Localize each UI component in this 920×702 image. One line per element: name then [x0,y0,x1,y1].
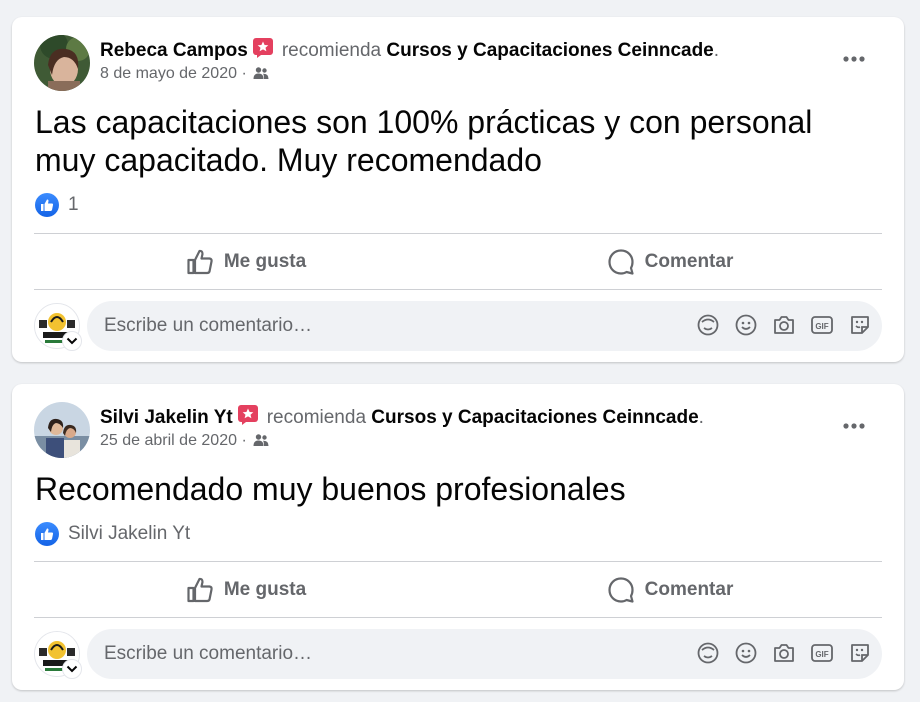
chevron-down-icon[interactable] [62,659,82,679]
recommend-verb: recomienda [266,407,367,428]
comment-label: Comentar [644,579,734,600]
friends-icon[interactable] [253,433,269,447]
post-text: Recomendado muy buenos profesionales [35,471,626,507]
recommendation-post: Silvi Jakelin Yt recomienda Cursos y Capa… [12,384,904,690]
like-label: Me gusta [223,579,307,600]
post-header: Rebeca Campos recomienda Cursos y Capacit… [34,33,882,91]
more-options-icon[interactable] [840,416,868,436]
comment-bubble-icon [608,577,634,603]
page-name-link[interactable]: Cursos y Capacitaciones Ceinncade [386,40,713,61]
comment-composer: GIF [34,301,882,351]
divider [34,289,882,290]
post-title-line: Silvi Jakelin Yt recomienda Cursos y Capa… [100,404,704,432]
author-name[interactable]: Rebeca Campos [100,40,248,61]
chevron-down-icon[interactable] [62,331,82,351]
reaction-summary[interactable]: Silvi Jakelin Yt [35,521,190,547]
avatar-sticker-icon[interactable] [696,641,720,665]
like-reaction-icon [35,193,59,217]
sticker-icon[interactable] [848,641,872,665]
svg-text:GIF: GIF [815,322,828,331]
avatar-sticker-icon[interactable] [696,313,720,337]
like-button[interactable]: Me gusta [34,235,458,289]
comment-tools: GIF [696,641,872,665]
thumbs-up-icon [187,249,213,275]
post-date[interactable]: 8 de mayo de 2020 [100,65,237,82]
more-options-icon[interactable] [840,49,868,69]
recommend-badge-icon [252,37,274,65]
camera-icon[interactable] [772,313,796,337]
post-meta: 8 de mayo de 2020 · [100,65,269,83]
comment-label: Comentar [644,251,734,272]
recommendation-post: Rebeca Campos recomienda Cursos y Capacit… [12,17,904,362]
reaction-summary[interactable]: 1 [35,192,79,218]
post-title-line: Rebeca Campos recomienda Cursos y Capacit… [100,37,719,65]
like-label: Me gusta [223,251,307,272]
gif-icon[interactable]: GIF [810,641,834,665]
svg-text:GIF: GIF [815,650,828,659]
comment-button[interactable]: Comentar [458,235,882,289]
recommend-badge-icon [237,404,259,432]
like-button[interactable]: Me gusta [34,563,458,617]
divider [34,617,882,618]
author-avatar[interactable] [34,35,90,91]
author-avatar[interactable] [34,402,90,458]
comment-tools: GIF [696,313,872,337]
post-text: Las capacitaciones son 100% prácticas y … [35,104,813,178]
emoji-icon[interactable] [734,641,758,665]
post-actions: Me gusta Comentar [34,563,882,617]
gif-icon[interactable]: GIF [810,313,834,337]
post-actions: Me gusta Comentar [34,235,882,289]
friends-icon[interactable] [253,66,269,80]
divider [34,233,882,234]
post-header: Silvi Jakelin Yt recomienda Cursos y Capa… [34,400,882,458]
sticker-icon[interactable] [848,313,872,337]
reaction-count: 1 [68,194,79,215]
thumbs-up-icon [187,577,213,603]
comment-composer: GIF [34,629,882,679]
recommend-verb: recomienda [281,40,382,61]
page-name-link[interactable]: Cursos y Capacitaciones Ceinncade [371,407,698,428]
divider [34,561,882,562]
camera-icon[interactable] [772,641,796,665]
emoji-icon[interactable] [734,313,758,337]
reaction-names: Silvi Jakelin Yt [68,523,191,544]
like-reaction-icon [35,522,59,546]
comment-button[interactable]: Comentar [458,563,882,617]
comment-bubble-icon [608,249,634,275]
post-meta: 25 de abril de 2020 · [100,432,269,450]
author-name[interactable]: Silvi Jakelin Yt [100,407,233,428]
post-date[interactable]: 25 de abril de 2020 [100,432,237,449]
